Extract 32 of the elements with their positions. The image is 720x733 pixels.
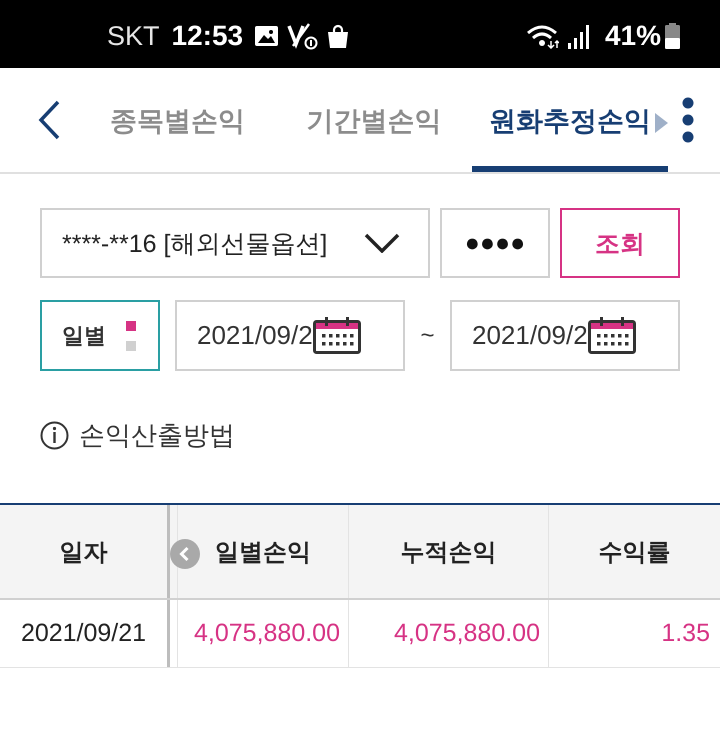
table-cell: 1.35: [548, 600, 720, 667]
calendar-icon[interactable]: [312, 317, 361, 354]
column-header: 수익률: [548, 505, 720, 598]
end-date-field[interactable]: 2021/09/2: [450, 300, 680, 371]
range-separator: ~: [420, 322, 434, 350]
tab[interactable]: 원화추정손익: [472, 68, 668, 172]
period-selector[interactable]: 일별: [40, 300, 160, 371]
search-button[interactable]: 조회: [560, 208, 680, 278]
info-icon: [40, 421, 69, 450]
signal-icon: [568, 24, 590, 48]
back-icon: [38, 100, 60, 140]
shopping-bag-icon: [327, 24, 350, 48]
password-field[interactable]: ●●●●: [440, 208, 550, 278]
image-icon: [255, 26, 278, 46]
account-dropdown[interactable]: ****-**16 [해외선물옵션]: [40, 208, 430, 278]
battery-percent: 41%: [604, 20, 661, 52]
carrier-name: SKT: [107, 20, 160, 52]
column-header: 일자: [58, 538, 108, 568]
battery-icon: [665, 23, 680, 49]
calculation-method-link[interactable]: 손익산출방법: [79, 418, 235, 453]
scroll-right-icon: [655, 113, 668, 133]
clock: 12:53: [172, 20, 244, 52]
table-cell: 4,075,880.00: [177, 600, 348, 667]
calendar-icon[interactable]: [588, 317, 636, 354]
start-date-field[interactable]: 2021/09/2: [175, 300, 405, 371]
table-cell: 4,075,880.00: [348, 600, 548, 667]
notification-icon: [287, 22, 318, 50]
chevron-down-icon: [364, 233, 400, 253]
menu-icon: [682, 97, 694, 143]
column-header: 누적손익: [348, 505, 548, 598]
table-cell-text: 2021/09/21: [20, 618, 148, 649]
wifi-icon: [526, 24, 559, 48]
